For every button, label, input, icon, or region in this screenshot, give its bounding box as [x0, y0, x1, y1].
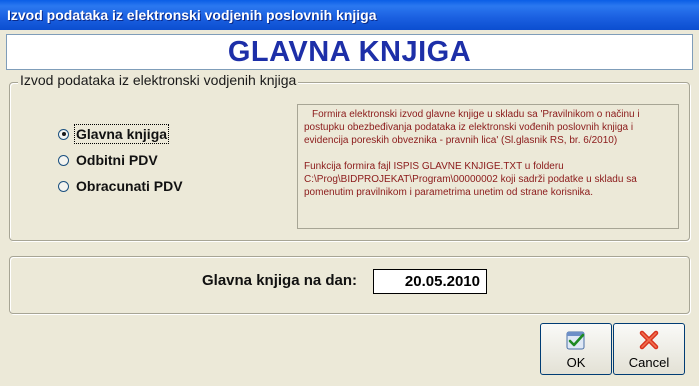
cancel-button-label: Cancel — [628, 355, 670, 370]
ok-button-label: OK — [566, 355, 586, 370]
x-icon — [639, 330, 659, 350]
date-label: Glavna knjiga na dan: — [202, 272, 358, 289]
radio-button[interactable] — [58, 154, 69, 166]
cancel-button[interactable]: Cancel — [613, 323, 685, 375]
radio-glavna-knjiga[interactable]: Glavna knjiga — [58, 124, 170, 144]
window-title-bar[interactable]: Izvod podataka iz elektronski vodjenih p… — [0, 0, 699, 30]
window-title: Izvod podataka iz elektronski vodjenih p… — [7, 7, 377, 23]
groupbox-legend: Izvod podataka iz elektronski vodjenih k… — [18, 72, 299, 88]
radio-button[interactable] — [58, 180, 69, 192]
date-panel: Glavna knjiga na dan: — [9, 256, 690, 314]
description-paragraph-1: Formira elektronski izvod glavne knjige … — [304, 109, 640, 146]
radio-button-checked[interactable] — [58, 128, 69, 140]
description-box: Formira elektronski izvod glavne knjige … — [297, 104, 679, 229]
checkmark-icon — [566, 331, 585, 350]
radio-label[interactable]: Glavna knjiga — [73, 124, 170, 144]
radio-odbitni-pdv[interactable]: Odbitni PDV — [58, 150, 158, 170]
date-input[interactable] — [373, 269, 487, 294]
ok-button[interactable]: OK — [540, 323, 612, 375]
description-paragraph-2: Funkcija formira fajl ISPIS GLAVNE KNJIG… — [304, 161, 637, 198]
radio-label[interactable]: Obracunati PDV — [76, 178, 183, 194]
radio-obracunati-pdv[interactable]: Obracunati PDV — [58, 176, 183, 196]
page-title: GLAVNA KNJIGA — [6, 34, 693, 70]
radio-label[interactable]: Odbitni PDV — [76, 152, 158, 168]
